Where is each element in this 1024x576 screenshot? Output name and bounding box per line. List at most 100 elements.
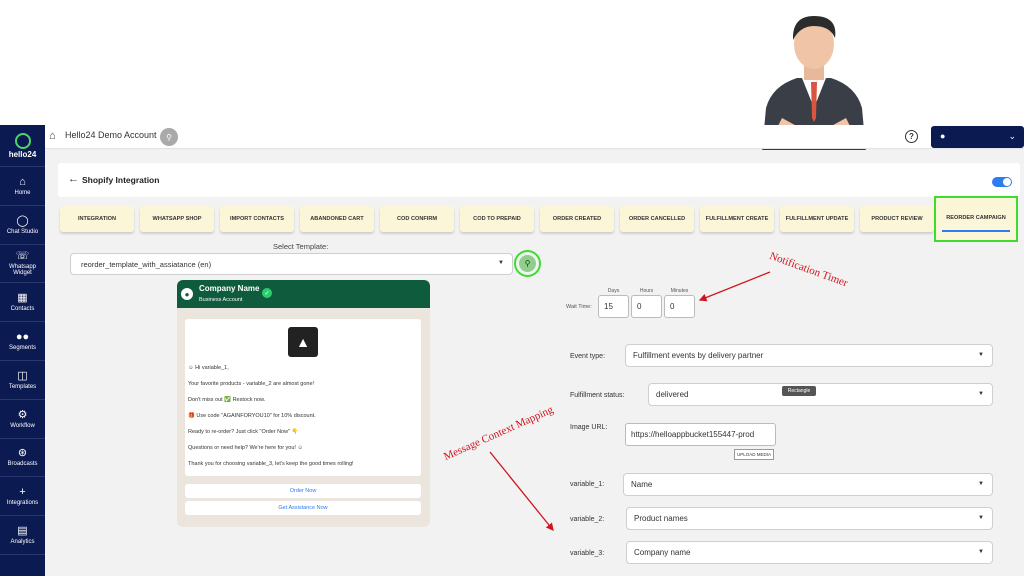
tab-label: PRODUCT REVIEW (871, 216, 923, 222)
sidebar-item-label: Chat Studio (6, 228, 39, 235)
chevron-down-icon: ⌄ (1008, 131, 1016, 141)
minutes-label: Minutes (670, 288, 689, 294)
sidebar-item-segments[interactable]: ●● Segments (0, 322, 45, 361)
variable-1-select[interactable]: Name ▼ (623, 473, 993, 496)
tab-order-created[interactable]: ORDER CREATED (540, 206, 614, 232)
hours-input[interactable]: 0 (631, 295, 662, 318)
preview-company-name: Company Name (199, 284, 260, 293)
profile-icon: ● (181, 288, 193, 300)
message-line: Questions or need help? We're here for y… (188, 445, 304, 451)
template-search-button[interactable]: ⚲ (514, 250, 541, 277)
verified-check-icon: ✓ (262, 288, 272, 298)
logo-icon (14, 132, 31, 149)
sidebar-item-whatsapp-widget[interactable]: ☏ Whatsapp Widget (0, 245, 45, 284)
image-url-label: Image URL: (570, 424, 608, 431)
order-now-button[interactable]: Order Now (185, 484, 421, 498)
message-line: ☺ Hi variable_1, (188, 365, 229, 371)
brand-logo[interactable]: hello24 (0, 125, 45, 167)
home-icon: ⌂ (19, 175, 26, 188)
variable-2-value: Product names (634, 514, 688, 523)
tab-integration[interactable]: INTEGRATION (60, 206, 134, 232)
tab-cod-confirm[interactable]: COD CONFIRM (380, 206, 454, 232)
integration-toggle[interactable] (992, 177, 1012, 187)
tab-fulfillment-update[interactable]: FULFILLMENT UPDATE (780, 206, 854, 232)
broadcast-icon: ⊛ (17, 447, 28, 460)
tab-label: ORDER CANCELLED (628, 216, 686, 222)
sidebar-item-chat-studio[interactable]: ◯ Chat Studio (0, 206, 45, 245)
search-icon: ⚲ (519, 255, 536, 272)
hours-label: Hours (639, 288, 654, 294)
segments-icon: ●● (15, 331, 30, 344)
page-title: Shopify Integration (82, 175, 160, 185)
tab-order-cancelled[interactable]: ORDER CANCELLED (620, 206, 694, 232)
sidebar-item-analytics[interactable]: ▤ Analytics (0, 516, 45, 555)
sidebar-item-label: Contacts (10, 306, 35, 313)
tab-label: FULFILLMENT CREATE (705, 216, 769, 222)
sidebar-item-label: Workflow (10, 422, 35, 429)
sidebar-item-contacts[interactable]: ▦ Contacts (0, 283, 45, 323)
tab-label: REORDER CAMPAIGN (942, 206, 1010, 232)
sidebar-item-label: Integrations (6, 500, 39, 507)
user-menu-button[interactable]: ● ⌄ (931, 126, 1024, 148)
sidebar-item-integrations[interactable]: + Integrations (0, 477, 45, 517)
tab-label: INTEGRATION (77, 216, 117, 222)
tab-label: ORDER CREATED (552, 216, 602, 222)
dropdown-arrow-icon: ▼ (978, 549, 984, 555)
tab-fulfillment-create[interactable]: FULFILLMENT CREATE (700, 206, 774, 232)
sidebar-item-label: Analytics (10, 539, 35, 546)
sidebar-item-workflow[interactable]: ⚙ Workflow (0, 400, 45, 439)
select-template-label: Select Template: (273, 242, 329, 251)
tab-label: COD TO PREPAID (473, 216, 521, 222)
sidebar-item-templates[interactable]: ◫ Templates (0, 361, 45, 400)
event-type-select[interactable]: Fulfillment events by delivery partner ▼ (625, 344, 993, 367)
templates-icon: ◫ (17, 369, 28, 382)
variable-3-label: variable_3: (570, 550, 605, 557)
variable-3-select[interactable]: Company name ▼ (626, 541, 993, 564)
tab-cod-to-prepaid[interactable]: COD TO PREPAID (460, 206, 534, 232)
image-url-input[interactable]: https://helloappbucket155447-prod (625, 423, 776, 446)
sidebar-item-broadcasts[interactable]: ⊛ Broadcasts (0, 439, 45, 478)
variable-3-value: Company name (634, 548, 691, 557)
fulfillment-status-select[interactable]: delivered ▼ (648, 383, 993, 406)
whatsapp-icon: ☏ (15, 250, 30, 263)
back-arrow-icon[interactable]: ← (68, 173, 79, 185)
account-search-button[interactable]: ⚲ (160, 128, 178, 146)
tab-bar: INTEGRATION WHATSAPP SHOP IMPORT CONTACT… (60, 196, 1022, 242)
plus-icon: + (19, 486, 26, 499)
tab-label: IMPORT CONTACTS (230, 216, 284, 222)
top-bar: ⌂ Hello24 Demo Account ⚲ ? ● ⌄ (45, 125, 1024, 149)
sidebar-item-label: Broadcasts (7, 461, 38, 468)
dropdown-arrow-icon: ▼ (978, 515, 984, 521)
message-line: Your favorite products - variable_2 are … (188, 381, 315, 387)
sidebar: hello24 ⌂ Home ◯ Chat Studio ☏ Whatsapp Wid… (0, 125, 45, 576)
upload-media-button[interactable]: UPLOAD MEDIA (734, 449, 774, 460)
page-header: ← Shopify Integration (58, 163, 1020, 197)
message-line: Thank you for choosing variable_3, let's… (188, 461, 354, 467)
days-input[interactable]: 15 (598, 295, 629, 318)
message-line: 🎁 Use code "AGAINFORYOU10" for 10% disco… (188, 413, 316, 419)
sidebar-item-home[interactable]: ⌂ Home (0, 167, 45, 206)
tab-product-review[interactable]: PRODUCT REVIEW (860, 206, 934, 232)
building-icon: ⌂ (49, 130, 56, 142)
variable-2-select[interactable]: Product names ▼ (626, 507, 993, 530)
get-assistance-button[interactable]: Get Assistance Now (185, 501, 421, 515)
variable-2-label: variable_2: (570, 516, 605, 523)
preview-account-type: Business Account (199, 297, 243, 303)
tab-label: ABANDONED CART (310, 216, 364, 222)
dropdown-arrow-icon: ▼ (978, 352, 984, 358)
template-select[interactable]: reorder_template_with_assiatance (en) ▼ (70, 253, 513, 275)
minutes-input[interactable]: 0 (664, 295, 695, 318)
tab-reorder-campaign[interactable]: REORDER CAMPAIGN (934, 196, 1018, 242)
help-icon[interactable]: ? (905, 130, 918, 143)
days-label: Days (607, 288, 620, 294)
template-select-value: reorder_template_with_assiatance (en) (81, 260, 212, 269)
sidebar-item-label: Templates (8, 383, 37, 390)
tab-whatsapp-shop[interactable]: WHATSAPP SHOP (140, 206, 214, 232)
tooltip: Rectangle (782, 386, 816, 396)
tab-abandoned-cart[interactable]: ABANDONED CART (300, 206, 374, 232)
account-name[interactable]: Hello24 Demo Account (65, 130, 157, 140)
sidebar-item-label: Segments (8, 345, 36, 352)
tab-import-contacts[interactable]: IMPORT CONTACTS (220, 206, 294, 232)
sidebar-item-label: Whatsapp Widget (8, 264, 36, 277)
brand-name: hello24 (8, 149, 37, 159)
